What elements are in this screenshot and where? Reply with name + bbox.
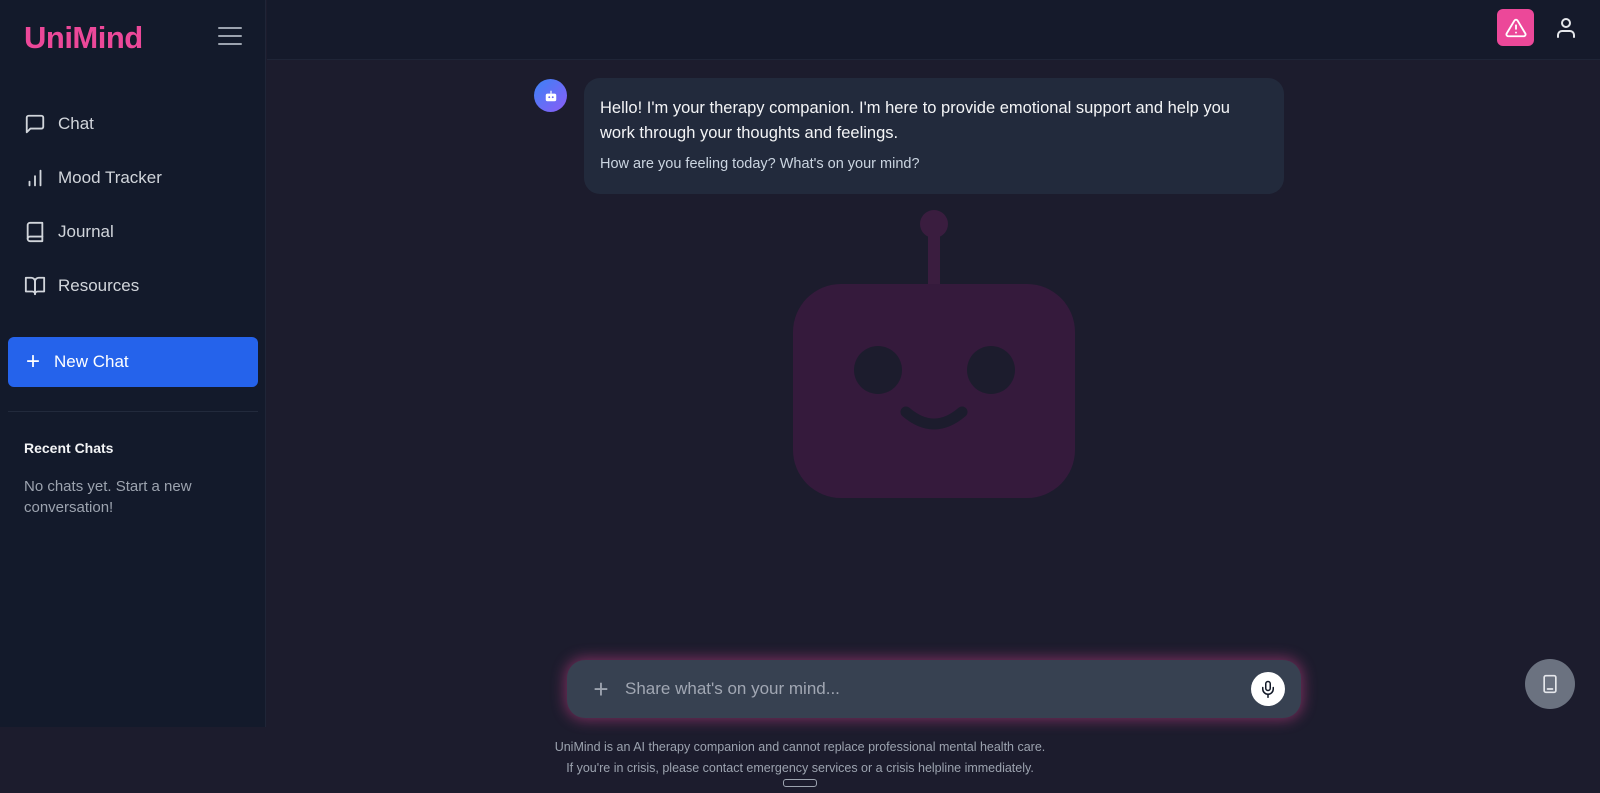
message-square-icon <box>25 114 45 134</box>
attach-plus-icon[interactable]: + <box>587 676 615 702</box>
menu-toggle-icon[interactable] <box>218 27 242 49</box>
sidebar-divider <box>8 411 258 412</box>
message-composer: + <box>567 660 1301 718</box>
bot-message-subtext: How are you feeling today? What's on you… <box>600 156 920 172</box>
plus-icon: + <box>26 348 41 375</box>
disclaimer-line-2: If you're in crisis, please contact emer… <box>566 761 1034 775</box>
disclaimer-line-1: UniMind is an AI therapy companion and c… <box>554 740 1046 754</box>
alert-triangle-icon <box>1505 18 1526 37</box>
sidebar-nav: Chat Mood Tracker Journal Resources <box>0 97 266 313</box>
sidebar-item-journal[interactable]: Journal <box>0 205 266 259</box>
bar-chart-icon <box>28 169 42 187</box>
crisis-alert-button[interactable] <box>1497 9 1534 46</box>
tablet-icon <box>1543 674 1557 694</box>
bot-icon <box>545 90 556 101</box>
brand-logo[interactable]: UniMind <box>24 20 143 56</box>
voice-input-button[interactable] <box>1251 672 1285 706</box>
sidebar-item-label: Chat <box>58 114 94 133</box>
sidebar-item-label: Journal <box>58 222 114 241</box>
bot-message-bubble: Hello! I'm your therapy companion. I'm h… <box>584 78 1284 194</box>
sidebar-item-chat[interactable]: Chat <box>0 97 266 151</box>
sidebar: UniMind Chat Mood Tracker Journal Resour… <box>0 0 266 727</box>
user-profile-button[interactable] <box>1554 16 1578 40</box>
new-chat-label: New Chat <box>54 352 129 371</box>
new-chat-button[interactable]: + New Chat <box>8 337 258 387</box>
book-open-icon <box>24 276 46 296</box>
bot-message-text: Hello! I'm your therapy companion. I'm h… <box>600 99 1230 142</box>
sidebar-item-resources[interactable]: Resources <box>0 259 266 313</box>
scroll-handle[interactable] <box>783 779 817 787</box>
message-input[interactable] <box>625 679 1251 699</box>
sidebar-item-label: Mood Tracker <box>58 168 162 187</box>
microphone-icon <box>1262 680 1274 698</box>
recent-chats-empty-text: No chats yet. Start a new conversation! <box>24 478 192 516</box>
top-bar <box>267 0 1600 60</box>
bot-avatar <box>534 79 567 112</box>
recent-chats-title: Recent Chats <box>24 440 114 456</box>
sidebar-item-label: Resources <box>58 276 140 295</box>
sidebar-item-mood-tracker[interactable]: Mood Tracker <box>0 151 266 205</box>
book-icon <box>26 221 44 243</box>
robot-illustration-icon <box>793 210 1075 498</box>
user-icon <box>1557 18 1575 38</box>
journal-fab-button[interactable] <box>1525 659 1575 709</box>
